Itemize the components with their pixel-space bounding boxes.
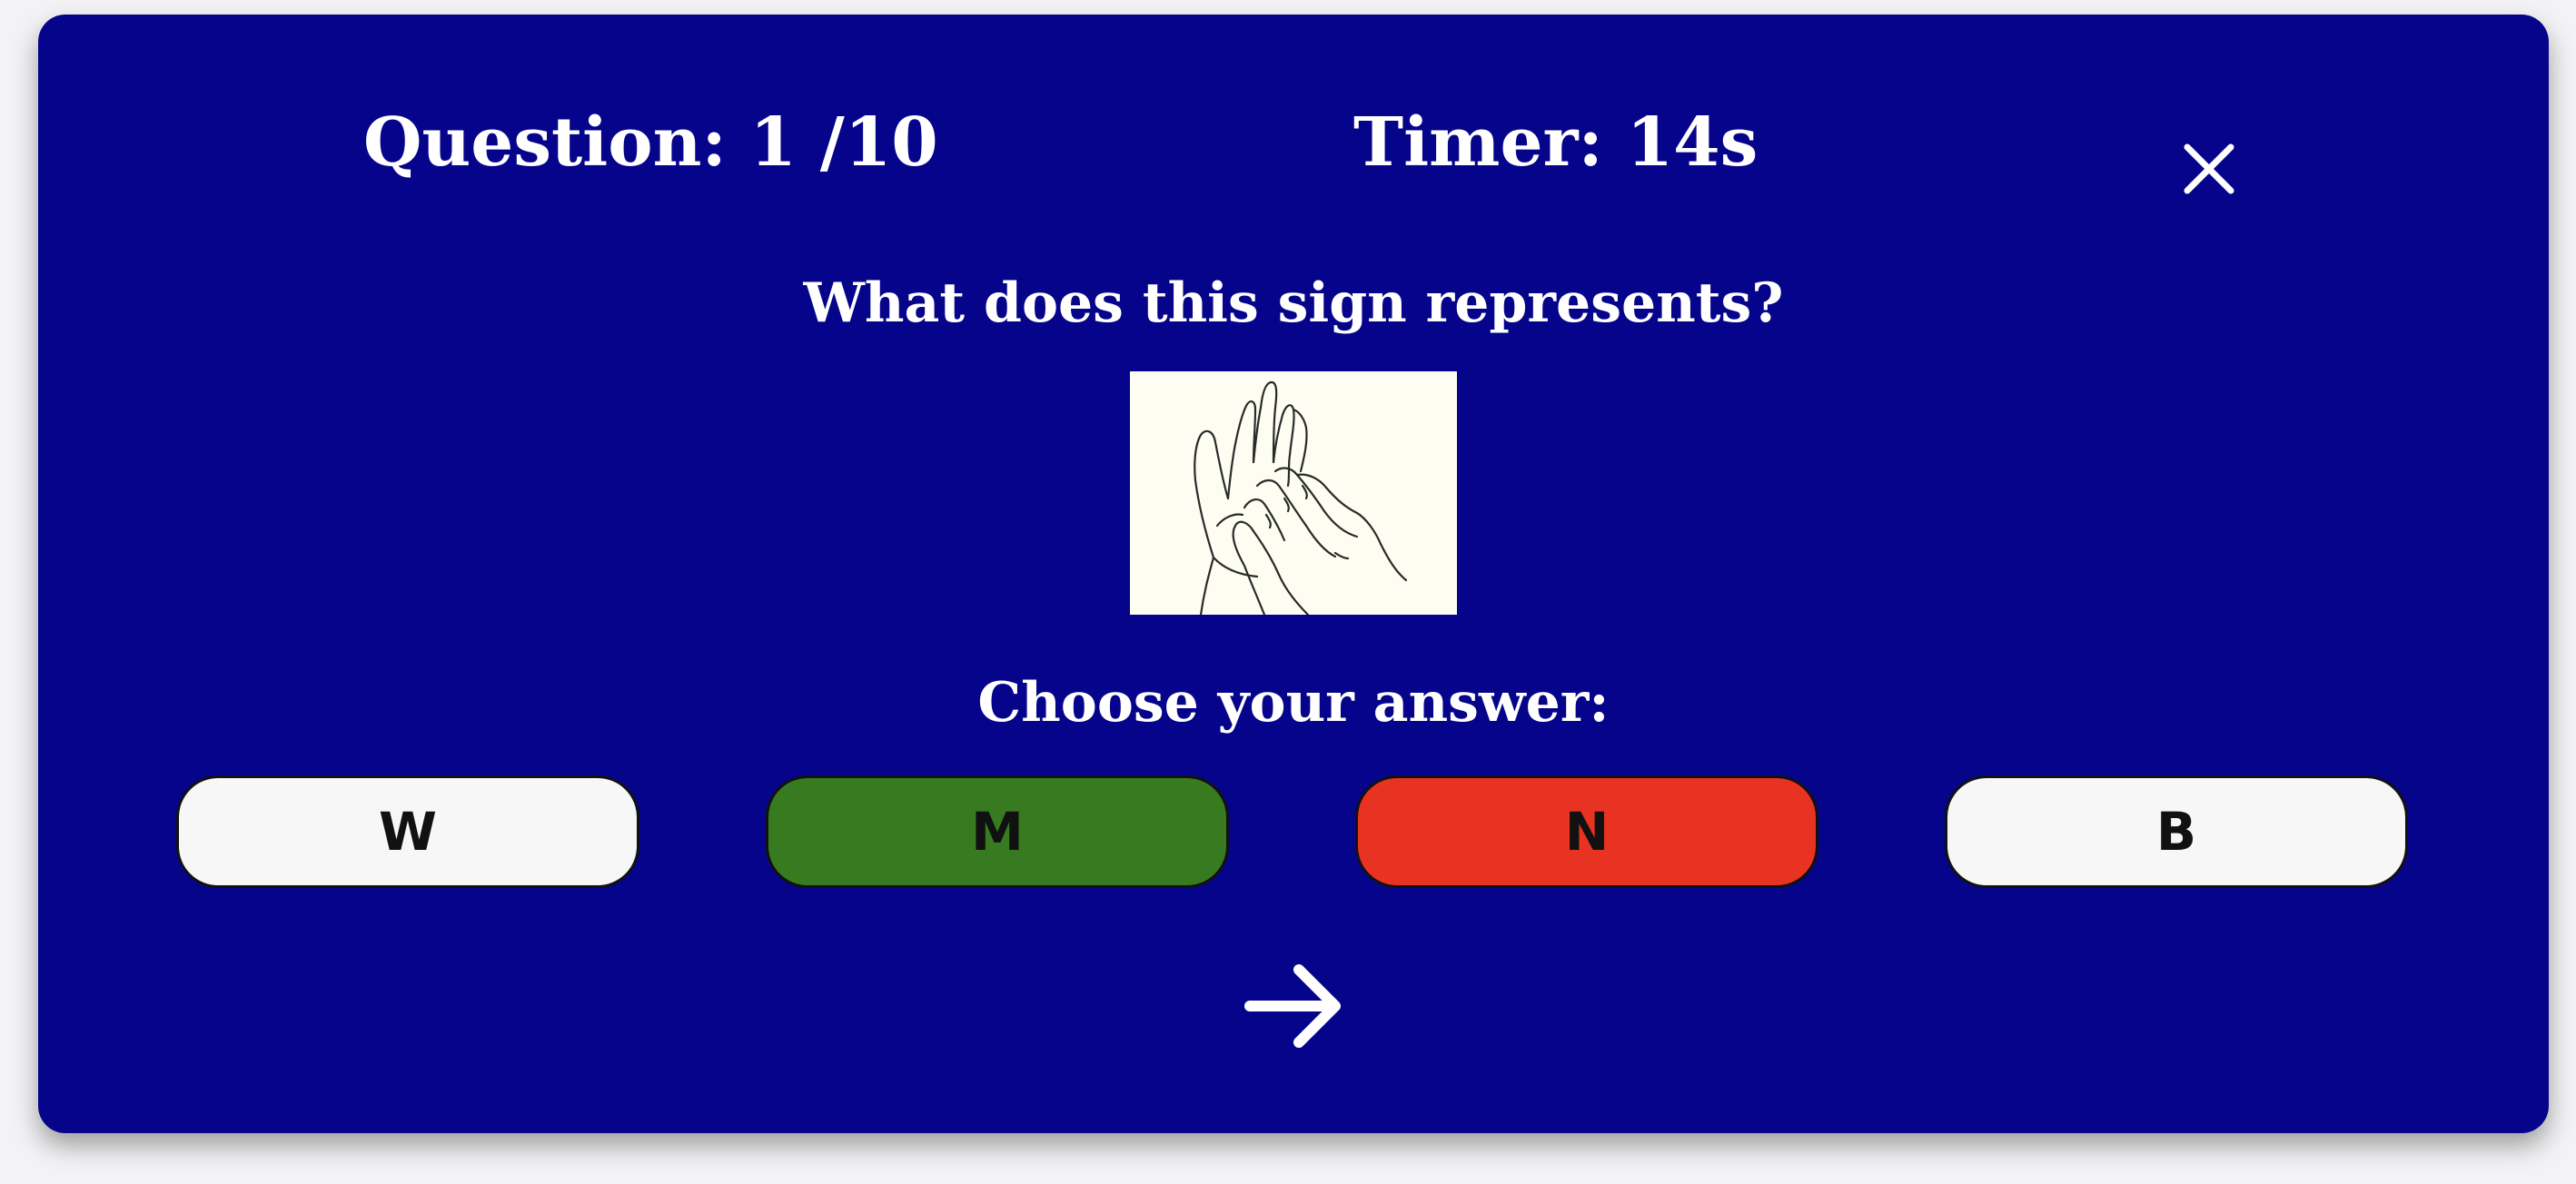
arrow-right-icon [1244, 964, 1341, 1048]
next-button[interactable] [1243, 955, 1344, 1057]
sign-image [1130, 371, 1457, 615]
answer-option-b[interactable]: B [1945, 775, 2408, 888]
question-text: What does this sign represents? [803, 271, 1784, 335]
quiz-card: Question: 1 /10 Timer: 14s What does thi… [38, 15, 2549, 1133]
question-counter: Question: 1 /10 [363, 104, 938, 182]
timer: Timer: 14s [1353, 104, 1759, 182]
close-icon [2184, 143, 2234, 194]
choose-answer-label: Choose your answer: [977, 671, 1610, 735]
close-button[interactable] [2173, 133, 2245, 205]
hand-sign-image [1130, 371, 1457, 615]
answer-option-n[interactable]: N [1355, 775, 1818, 888]
answer-option-w[interactable]: W [176, 775, 639, 888]
answer-option-m[interactable]: M [766, 775, 1229, 888]
